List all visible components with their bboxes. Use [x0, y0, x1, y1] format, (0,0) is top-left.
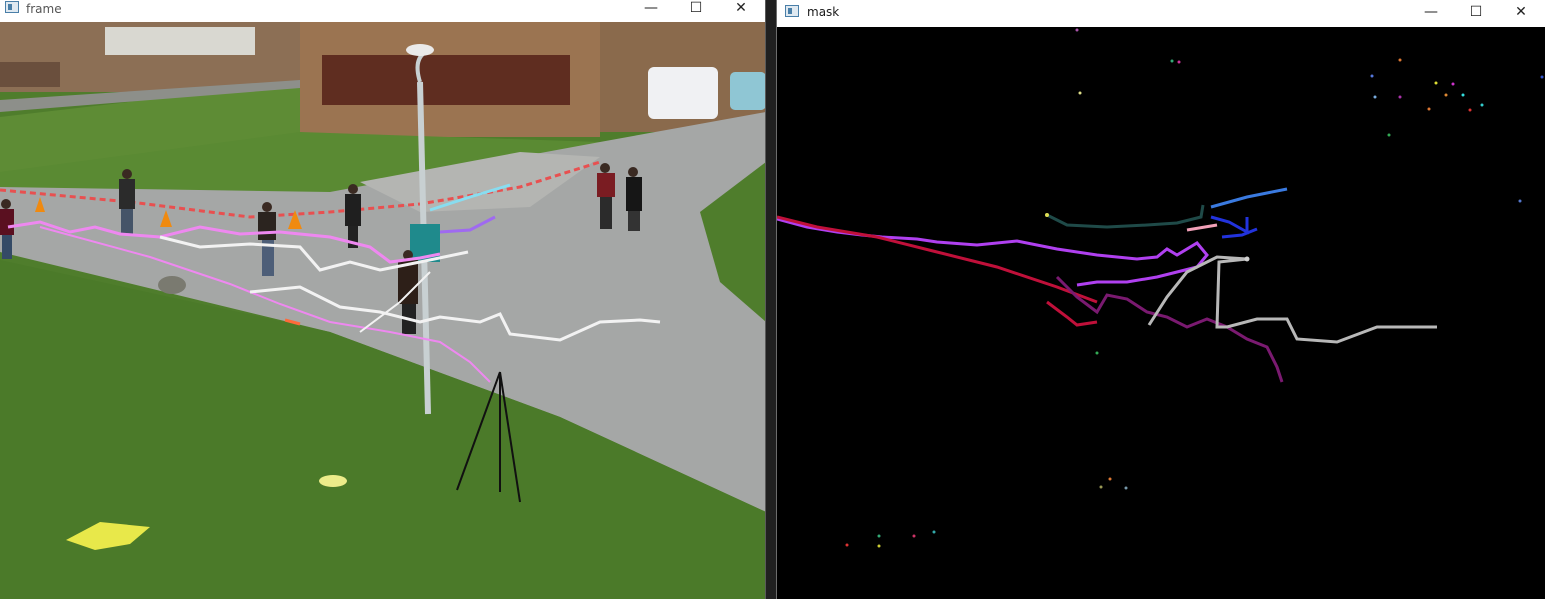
mask-view: [777, 27, 1545, 599]
track-point: [1370, 74, 1374, 78]
frame-view: [0, 22, 765, 599]
building-windows: [105, 27, 255, 55]
track-point: [1099, 485, 1103, 489]
mask-background: [777, 27, 1545, 599]
track-point: [1244, 256, 1250, 262]
track-point: [877, 544, 881, 548]
track-point: [1398, 95, 1402, 99]
track-point: [1045, 213, 1049, 217]
track-point: [1518, 199, 1522, 203]
app-window-icon: [5, 1, 19, 13]
track-point: [1170, 59, 1174, 63]
track-point: [1124, 486, 1128, 490]
track-point: [1075, 28, 1079, 32]
track-point: [1461, 93, 1465, 97]
maximize-button[interactable]: ☐: [1457, 2, 1495, 24]
fence: [0, 62, 60, 87]
track-point: [1095, 351, 1099, 355]
track-point: [1434, 81, 1438, 85]
litter-yellow-small: [319, 475, 347, 487]
track-point: [1444, 93, 1448, 97]
close-button[interactable]: ✕: [722, 0, 760, 21]
mask-image: [777, 27, 1545, 599]
track-point: [1451, 82, 1455, 86]
track-point: [912, 534, 916, 538]
track-point: [877, 534, 881, 538]
track-point: [1177, 60, 1181, 64]
frame-titlebar[interactable]: frame — ☐ ✕: [0, 0, 765, 22]
track-point: [1398, 58, 1402, 62]
minimize-button[interactable]: —: [1412, 2, 1450, 24]
camera-frame-image: [0, 22, 765, 599]
track-point: [1387, 133, 1391, 137]
building-window-band: [322, 55, 570, 105]
track-point: [845, 543, 849, 547]
close-button[interactable]: ✕: [1502, 2, 1540, 24]
track-point: [1468, 108, 1472, 112]
frame-window-title: frame: [26, 2, 62, 16]
track-point: [1480, 103, 1484, 107]
track-point: [1427, 107, 1431, 111]
track-point: [1540, 75, 1544, 79]
frame-window[interactable]: frame — ☐ ✕: [0, 0, 766, 599]
app-window-icon: [785, 5, 799, 17]
lamp-head: [406, 44, 434, 56]
minimize-button[interactable]: —: [632, 0, 670, 21]
rock: [158, 276, 186, 294]
maximize-button[interactable]: ☐: [677, 0, 715, 21]
mask-titlebar[interactable]: mask — ☐ ✕: [777, 0, 1545, 27]
track-point: [1108, 477, 1112, 481]
white-van: [648, 67, 718, 119]
mask-window[interactable]: mask — ☐ ✕: [776, 0, 1545, 599]
track-point: [1078, 91, 1082, 95]
mask-window-title: mask: [807, 5, 840, 19]
track-point: [932, 530, 936, 534]
track-point: [1373, 95, 1377, 99]
blue-car: [730, 72, 765, 110]
